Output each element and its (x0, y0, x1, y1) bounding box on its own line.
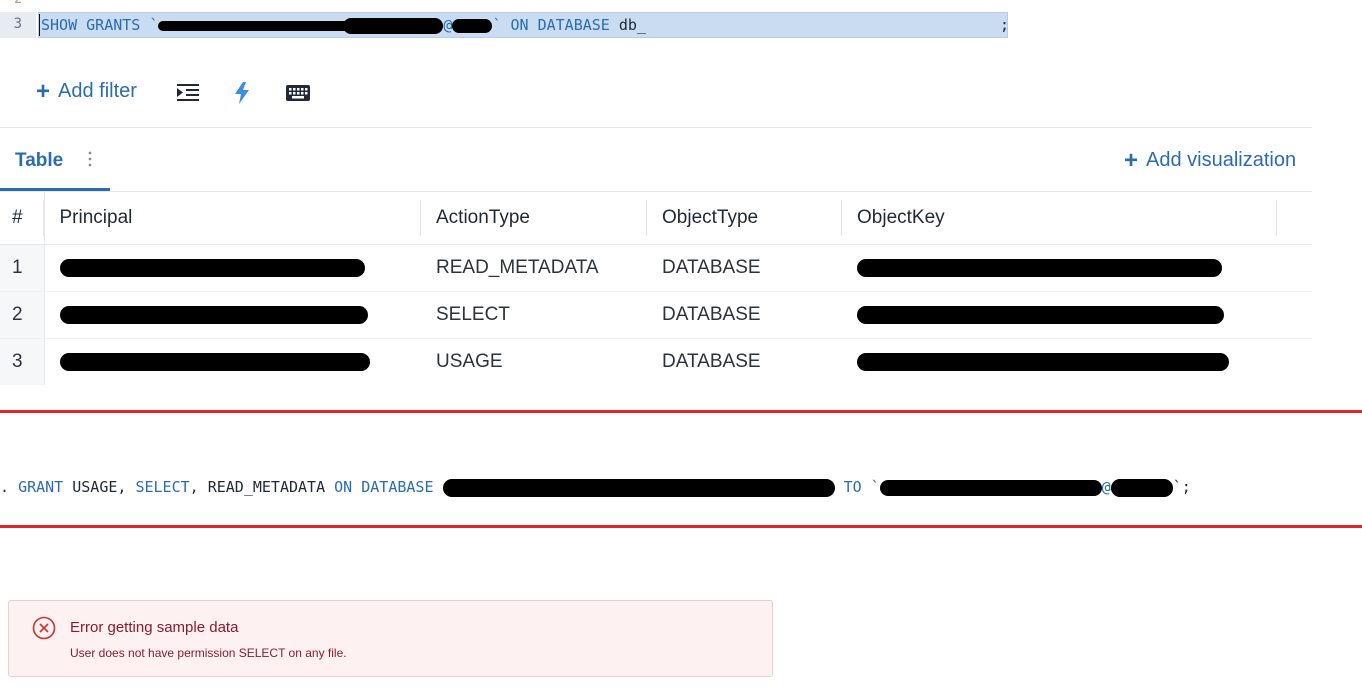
table-row[interactable]: 2 SELECT DATABASE (0, 291, 1312, 339)
code-editor[interactable]: 2 3 SHOW GRANTS ` @ ` ON DATABASE db_ ; (0, 0, 1362, 44)
statement-semicolon: ; (1000, 16, 1010, 34)
redacted-domain (452, 18, 493, 33)
column-header-actiontype[interactable]: ActionType (421, 192, 647, 245)
keyword-grant: GRANT (18, 478, 64, 496)
line-number-current: 3 (13, 16, 22, 32)
cell-object-type: DATABASE (647, 291, 842, 339)
line-number-prev: 2 (0, 0, 22, 7)
cell-principal (44, 339, 421, 386)
cell-action-type: READ_METADATA (421, 244, 647, 292)
backtick-close: ` (492, 16, 511, 34)
cell-spacer (1277, 339, 1312, 386)
add-filter-button[interactable]: + Add filter (36, 77, 137, 105)
separator-line-bottom (0, 525, 1362, 528)
code-line-selected[interactable]: SHOW GRANTS ` @ ` ON DATABASE db_ (38, 12, 1008, 38)
cell-spacer (1277, 291, 1312, 339)
statement-end: `; (1172, 478, 1191, 496)
keyword-select: SELECT (135, 478, 190, 496)
cell-principal (44, 291, 421, 339)
cell-object-type: DATABASE (662, 351, 761, 372)
keyboard-icon[interactable] (286, 82, 310, 104)
redacted-principal (59, 258, 365, 277)
table-row[interactable]: 1 READ_METADATA DATABASE (0, 244, 1312, 292)
redacted-principal (158, 20, 364, 31)
redacted-database-name (442, 478, 835, 497)
table-header-row: # Principal ActionType ObjectType Object… (0, 192, 1312, 245)
row-index: 3 (0, 338, 45, 385)
redacted-principal (59, 305, 368, 324)
cell-object-key (842, 339, 1277, 386)
redacted-grantee (879, 479, 1102, 496)
column-header-objectkey[interactable]: ObjectKey (842, 192, 1277, 245)
lightning-icon[interactable] (230, 82, 254, 104)
cell-object-key (842, 244, 1277, 292)
redacted-principal-part (343, 17, 444, 34)
add-visualization-label: Add visualization (1146, 149, 1297, 171)
keyword-to: TO (843, 478, 862, 496)
redacted-object-key (857, 258, 1222, 277)
column-header-principal[interactable]: Principal (44, 192, 421, 245)
plus-icon: + (36, 77, 51, 105)
tab-table[interactable]: Table (0, 128, 110, 191)
keyword-on-database: ON DATABASE (334, 478, 434, 496)
results-panel: Table + Add visualization # Principal Ac… (0, 127, 1312, 386)
error-title: Error getting sample data (70, 619, 239, 636)
cell-spacer (1277, 244, 1312, 292)
add-visualization-button[interactable]: + Add visualization (1124, 146, 1297, 174)
cell-object-type: DATABASE (647, 244, 842, 292)
privilege-read-metadata: , READ_METADATA (189, 478, 335, 496)
backtick: ` (861, 478, 880, 496)
sql-editor-page: 2 3 SHOW GRANTS ` @ ` ON DATABASE db_ ; + … (0, 0, 1362, 694)
results-tabs: Table + Add visualization (0, 128, 1312, 192)
results-table: # Principal ActionType ObjectType Object… (0, 192, 1312, 385)
cell-action-type: USAGE (436, 351, 503, 372)
plus-icon: + (1124, 146, 1139, 174)
privilege-usage: USAGE, (63, 478, 136, 496)
error-circle-x-icon (32, 616, 56, 640)
cell-action-type: SELECT (421, 291, 647, 339)
row-index: 1 (0, 244, 45, 292)
error-alert: Error getting sample data User does not … (8, 600, 773, 677)
error-message: User does not have permission SELECT on … (70, 646, 347, 660)
column-header-index[interactable]: # (0, 192, 45, 245)
redacted-principal (59, 352, 370, 371)
row-index: 2 (0, 291, 45, 339)
keyword-on-database: ON DATABASE (510, 16, 610, 34)
at-sign: @ (1101, 478, 1111, 496)
redacted-grantee-domain (1110, 478, 1173, 497)
cell-object-key (842, 291, 1277, 339)
at-sign: @ (443, 16, 453, 34)
keyword-show-grants: SHOW GRANTS (41, 16, 141, 34)
kebab-menu-icon[interactable] (88, 150, 92, 168)
column-header-spacer (1277, 192, 1312, 245)
column-header-objecttype[interactable]: ObjectType (647, 192, 842, 245)
table-row[interactable]: 3 USAGE DATABASE (0, 338, 1312, 386)
database-prefix: db_ (609, 16, 646, 34)
add-filter-label: Add filter (58, 80, 137, 102)
indent-icon[interactable] (176, 82, 200, 104)
redacted-object-key (857, 352, 1229, 371)
redacted-object-key (857, 305, 1224, 324)
backtick: ` (140, 16, 159, 34)
text-cursor (39, 14, 40, 36)
grant-statement[interactable]: . GRANT USAGE, SELECT, READ_METADATA ON … (0, 474, 1362, 500)
tab-table-label: Table (15, 150, 64, 171)
separator-line-top (0, 410, 1362, 413)
cell-principal (44, 244, 421, 292)
